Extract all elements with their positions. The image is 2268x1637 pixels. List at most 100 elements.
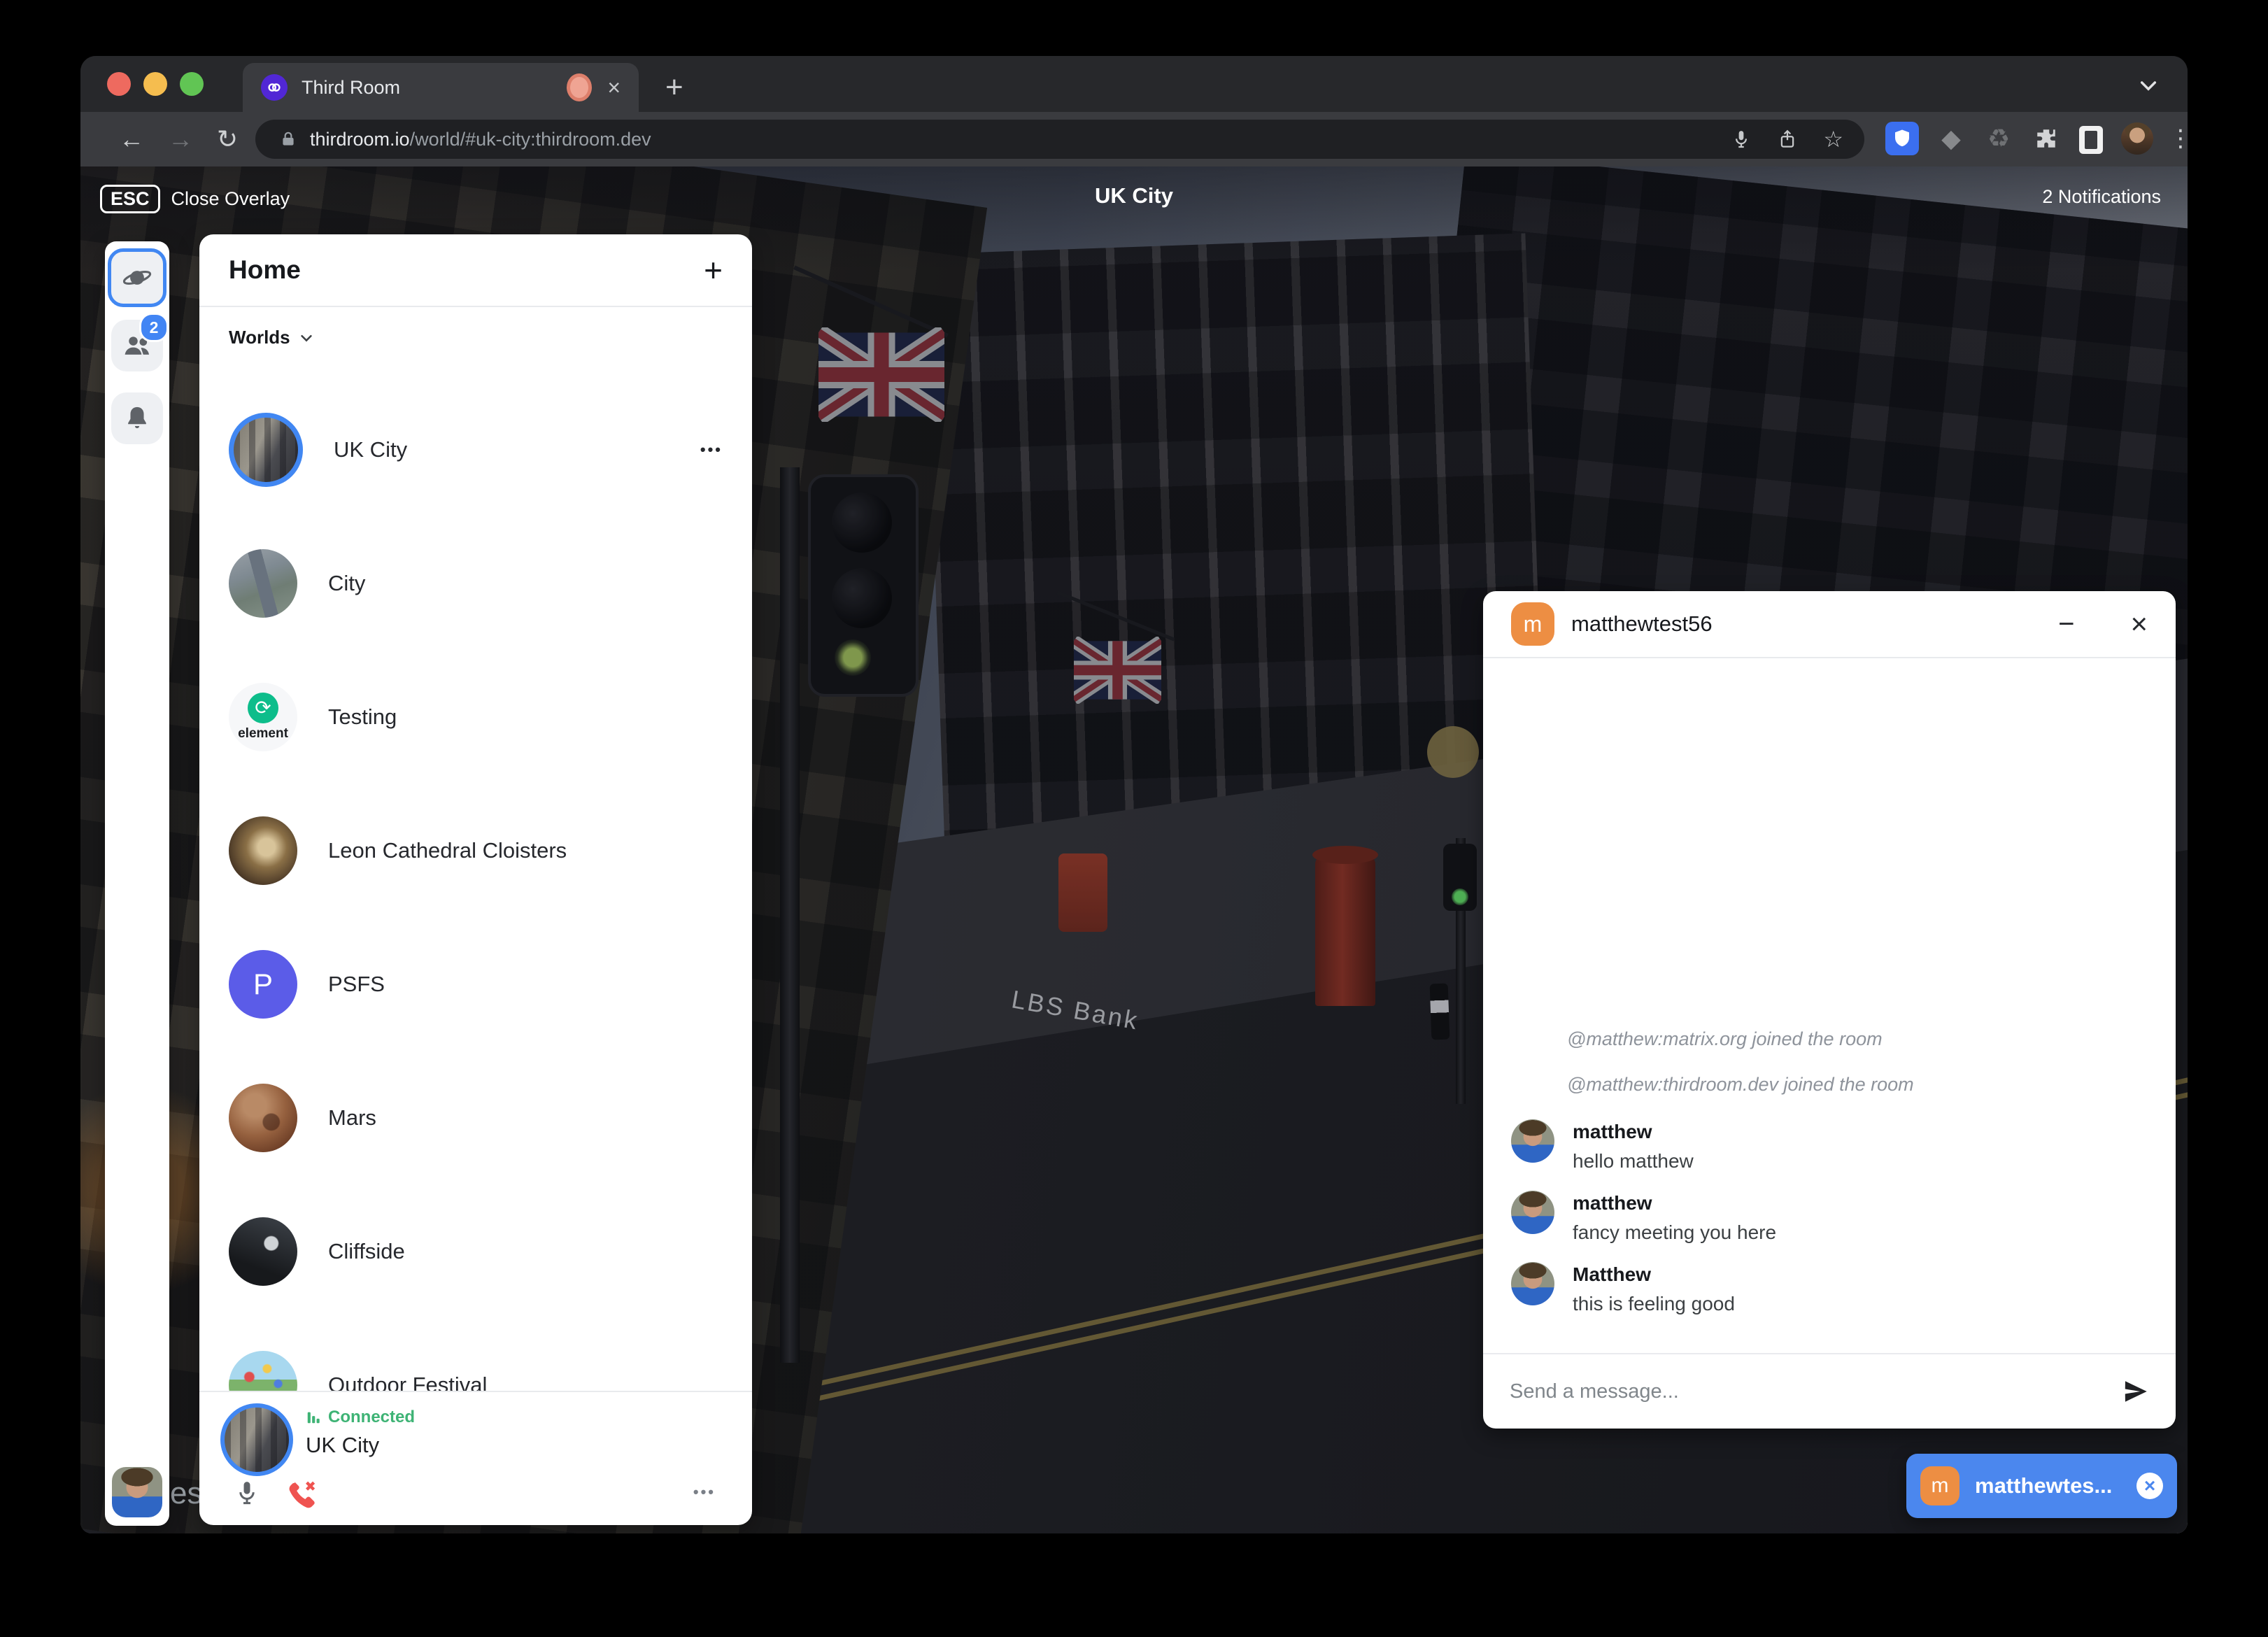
message-text: fancy meeting you here [1573, 1221, 1776, 1244]
world-avatar [229, 816, 297, 885]
send-message-icon[interactable] [2121, 1377, 2150, 1406]
world-list-item[interactable]: Leon Cathedral Cloisters [199, 784, 752, 917]
world-list-item[interactable]: ⟳ element Testing [199, 650, 752, 784]
world-name: City [328, 571, 723, 596]
world-name: UK City [334, 437, 669, 462]
world-options-icon[interactable]: ••• [700, 441, 723, 459]
world-name: Mars [328, 1105, 723, 1131]
rail-friends-button[interactable]: 2 [111, 320, 163, 371]
world-name: PSFS [328, 972, 723, 997]
tab-recording-indicator-icon [567, 73, 592, 101]
chat-window: m matthewtest56 − × @matthew:matrix.org … [1483, 591, 2176, 1429]
member-pill-label: matthewtes... [1975, 1473, 2121, 1498]
scene-nametag-fragment: es [170, 1476, 202, 1511]
bookmark-star-icon[interactable]: ☆ [1823, 128, 1843, 150]
macos-close-button[interactable] [107, 72, 131, 96]
message-avatar [1511, 1191, 1554, 1234]
extension-shield-icon[interactable] [1885, 122, 1919, 155]
message-text: this is feeling good [1573, 1293, 1735, 1315]
friends-badge: 2 [139, 313, 169, 342]
world-list-item[interactable]: City [199, 516, 752, 650]
new-tab-button[interactable]: + [665, 69, 683, 106]
address-bar[interactable]: thirdroom.io/world/#uk-city:thirdroom.de… [255, 120, 1864, 159]
home-panel: Home + Worlds UK City ••• City ⟳ element [199, 234, 752, 1525]
world-list-item[interactable]: Mars [199, 1051, 752, 1184]
macos-zoom-button[interactable] [180, 72, 204, 96]
chat-avatar: m [1511, 602, 1554, 646]
world-avatar [229, 549, 297, 618]
chat-message: Matthew this is feeling good [1511, 1262, 2148, 1315]
message-sender: matthew [1573, 1192, 1776, 1214]
world-avatar: P [229, 950, 297, 1019]
share-icon[interactable] [1777, 129, 1798, 150]
session-card: Connected UK City ••• [199, 1391, 752, 1525]
world-avatar [229, 413, 303, 487]
home-panel-title: Home [229, 255, 704, 285]
tab-strip: Third Room × + [80, 56, 2188, 112]
reload-button[interactable]: ↻ [217, 122, 238, 157]
world-name: Testing [328, 704, 723, 730]
notifications-status: 2 Notifications [2042, 186, 2161, 208]
element-logo-icon: ⟳ [248, 693, 278, 723]
user-avatar[interactable] [112, 1467, 162, 1517]
microphone-button[interactable] [233, 1479, 261, 1510]
browser-menu-icon[interactable]: ⋮ [2164, 122, 2188, 155]
signal-bars-icon [306, 1410, 321, 1425]
chat-close-icon[interactable]: × [2130, 609, 2148, 639]
element-wordmark: element [238, 726, 288, 742]
world-avatar: ⟳ element [229, 683, 297, 751]
world-name: Cliffside [328, 1239, 723, 1264]
sidebar-toggle-icon[interactable] [2074, 122, 2108, 155]
create-world-button[interactable]: + [704, 254, 723, 286]
lock-icon [279, 130, 297, 148]
world-list-item[interactable]: Outdoor Festival [199, 1318, 752, 1392]
connection-status: Connected [306, 1408, 415, 1427]
browser-profile-avatar[interactable] [2120, 122, 2154, 155]
tab-close-icon[interactable]: × [607, 76, 621, 99]
world-avatar [229, 1084, 297, 1152]
voice-search-icon[interactable] [1731, 129, 1752, 150]
member-pill-close-icon[interactable]: × [2136, 1473, 2163, 1499]
chat-message: matthew hello matthew [1511, 1119, 2148, 1172]
chat-minimize-icon[interactable]: − [2058, 610, 2074, 638]
tabstrip-chevron-down-icon[interactable] [2137, 74, 2160, 97]
macos-minimize-button[interactable] [143, 72, 167, 96]
home-panel-header: Home + [199, 234, 752, 307]
rail-notifications-button[interactable] [111, 392, 163, 444]
worlds-section-toggle[interactable]: Worlds [229, 327, 314, 348]
chat-message: matthew fancy meeting you here [1511, 1191, 2148, 1244]
message-sender: Matthew [1573, 1263, 1735, 1286]
chevron-down-icon [299, 330, 314, 346]
world-list-item[interactable]: P PSFS [199, 917, 752, 1051]
extensions-puzzle-icon[interactable] [2029, 122, 2063, 155]
extension-diamond-icon[interactable]: ◆ [1934, 122, 1968, 155]
tab-title: Third Room [302, 77, 567, 99]
world-viewport[interactable]: LBS Bank LBS LBS Bank [80, 166, 2188, 1533]
connection-status-label: Connected [328, 1408, 415, 1427]
message-input[interactable] [1508, 1380, 2107, 1404]
world-avatar [229, 1217, 297, 1286]
browser-tab[interactable]: Third Room × [243, 63, 639, 112]
message-sender: matthew [1573, 1121, 1694, 1143]
forward-button[interactable]: → [168, 122, 193, 157]
hangup-call-button[interactable] [285, 1477, 318, 1511]
chat-input-row [1483, 1353, 2176, 1429]
world-list-item[interactable]: UK City ••• [199, 383, 752, 516]
chat-header: m matthewtest56 − × [1483, 591, 2176, 658]
message-avatar [1511, 1262, 1554, 1305]
message-text: hello matthew [1573, 1150, 1694, 1172]
world-list-item[interactable]: Cliffside [199, 1184, 752, 1318]
nav-rail: 2 [105, 241, 169, 1526]
session-options-icon[interactable]: ••• [693, 1483, 716, 1501]
world-name: Leon Cathedral Cloisters [328, 838, 723, 863]
back-button[interactable]: ← [119, 122, 144, 157]
room-event: @matthew:matrix.org joined the room [1567, 1028, 2148, 1050]
world-title: UK City [80, 183, 2188, 208]
world-avatar-letter: P [253, 968, 273, 1001]
message-avatar [1511, 1119, 1554, 1163]
worlds-list: UK City ••• City ⟳ element Testing Leon … [199, 383, 752, 1392]
rail-home-worlds-button[interactable] [108, 248, 166, 307]
extension-recycle-icon[interactable]: ♻ [1982, 122, 2015, 155]
member-pill[interactable]: m matthewtes... × [1906, 1454, 2177, 1518]
member-pill-avatar: m [1920, 1466, 1959, 1505]
